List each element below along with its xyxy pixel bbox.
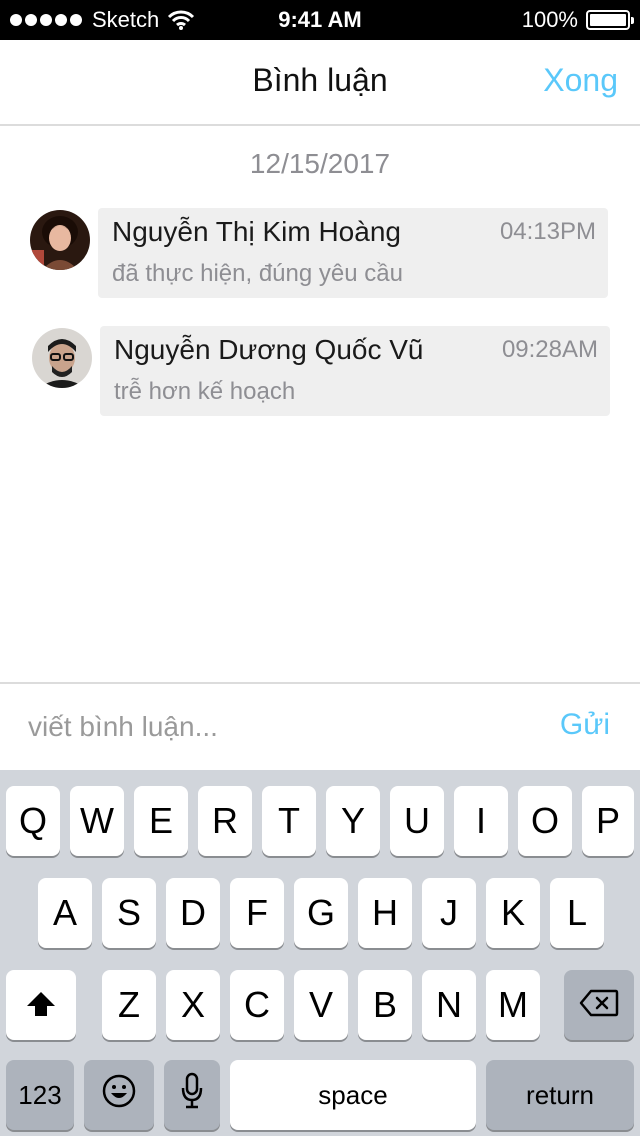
key-a[interactable]: A	[38, 878, 92, 948]
delete-key[interactable]	[564, 970, 634, 1040]
comment-author: Nguyễn Dương Quốc Vũ	[114, 334, 424, 365]
key-j[interactable]: J	[422, 878, 476, 948]
send-button[interactable]: Gửi	[560, 708, 610, 742]
key-n[interactable]: N	[422, 970, 476, 1040]
key-o[interactable]: O	[518, 786, 572, 856]
comment-time: 04:13PM	[499, 218, 596, 245]
date-header: 12/15/2017	[249, 148, 391, 179]
avatar-woman[interactable]	[30, 210, 90, 270]
key-x[interactable]: X	[166, 970, 220, 1040]
key-g[interactable]: G	[294, 878, 348, 948]
comment-input[interactable]	[28, 702, 528, 752]
key-z[interactable]: Z	[102, 970, 156, 1040]
numbers-key[interactable]: 123	[6, 1060, 74, 1130]
key-e[interactable]: E	[134, 786, 188, 856]
key-d[interactable]: D	[166, 878, 220, 948]
key-v[interactable]: V	[294, 970, 348, 1040]
emoji-icon	[101, 1073, 137, 1118]
comment-bubble: Nguyễn Thị Kim Hoàng 04:13PM đã thực hiệ…	[98, 208, 608, 298]
key-s[interactable]: S	[102, 878, 156, 948]
status-right: 100%	[521, 7, 634, 33]
key-r[interactable]: R	[198, 786, 252, 856]
comment-item[interactable]: Nguyễn Dương Quốc Vũ 09:28AM trễ hơn kế …	[0, 326, 640, 416]
done-button[interactable]: Xong	[543, 62, 618, 99]
backspace-icon	[579, 984, 619, 1026]
key-b[interactable]: B	[358, 970, 412, 1040]
shift-key[interactable]	[6, 970, 76, 1040]
microphone-icon	[180, 1072, 204, 1119]
key-i[interactable]: I	[454, 786, 508, 856]
key-u[interactable]: U	[390, 786, 444, 856]
key-w[interactable]: W	[70, 786, 124, 856]
shift-arrow-icon	[26, 984, 56, 1026]
nav-bar: Bình luận Xong	[0, 40, 640, 126]
comment-list[interactable]: 12/15/2017 Nguyễn Thị Kim Hoàng 04:13PM …	[0, 126, 640, 682]
key-c[interactable]: C	[230, 970, 284, 1040]
battery-percentage: 100%	[521, 7, 578, 32]
comment-time: 09:28AM	[501, 336, 598, 363]
key-p[interactable]: P	[582, 786, 634, 856]
key-l[interactable]: L	[550, 878, 604, 948]
key-q[interactable]: Q	[6, 786, 60, 856]
comment-composer: Gửi	[0, 682, 640, 770]
comment-author: Nguyễn Thị Kim Hoàng	[112, 216, 401, 247]
key-h[interactable]: H	[358, 878, 412, 948]
keyboard: Q W E R T Y U I O P A S D F G H J K L Z …	[0, 770, 640, 1136]
battery-icon	[586, 10, 634, 30]
emoji-key[interactable]	[84, 1060, 154, 1130]
comment-bubble: Nguyễn Dương Quốc Vũ 09:28AM trễ hơn kế …	[100, 326, 610, 416]
comment-text: đã thực hiện, đúng yêu cầu	[112, 260, 403, 287]
avatar-man[interactable]	[32, 328, 92, 388]
key-f[interactable]: F	[230, 878, 284, 948]
key-k[interactable]: K	[486, 878, 540, 948]
key-t[interactable]: T	[262, 786, 316, 856]
space-key[interactable]: space	[230, 1060, 476, 1130]
comment-item[interactable]: Nguyễn Thị Kim Hoàng 04:13PM đã thực hiệ…	[0, 208, 640, 298]
dictation-key[interactable]	[164, 1060, 220, 1130]
key-y[interactable]: Y	[326, 786, 380, 856]
comment-text: trễ hơn kế hoạch	[114, 378, 296, 405]
key-m[interactable]: M	[486, 970, 540, 1040]
status-bar: Sketch 9:41 AM 100%	[0, 0, 640, 40]
return-key[interactable]: return	[486, 1060, 634, 1130]
